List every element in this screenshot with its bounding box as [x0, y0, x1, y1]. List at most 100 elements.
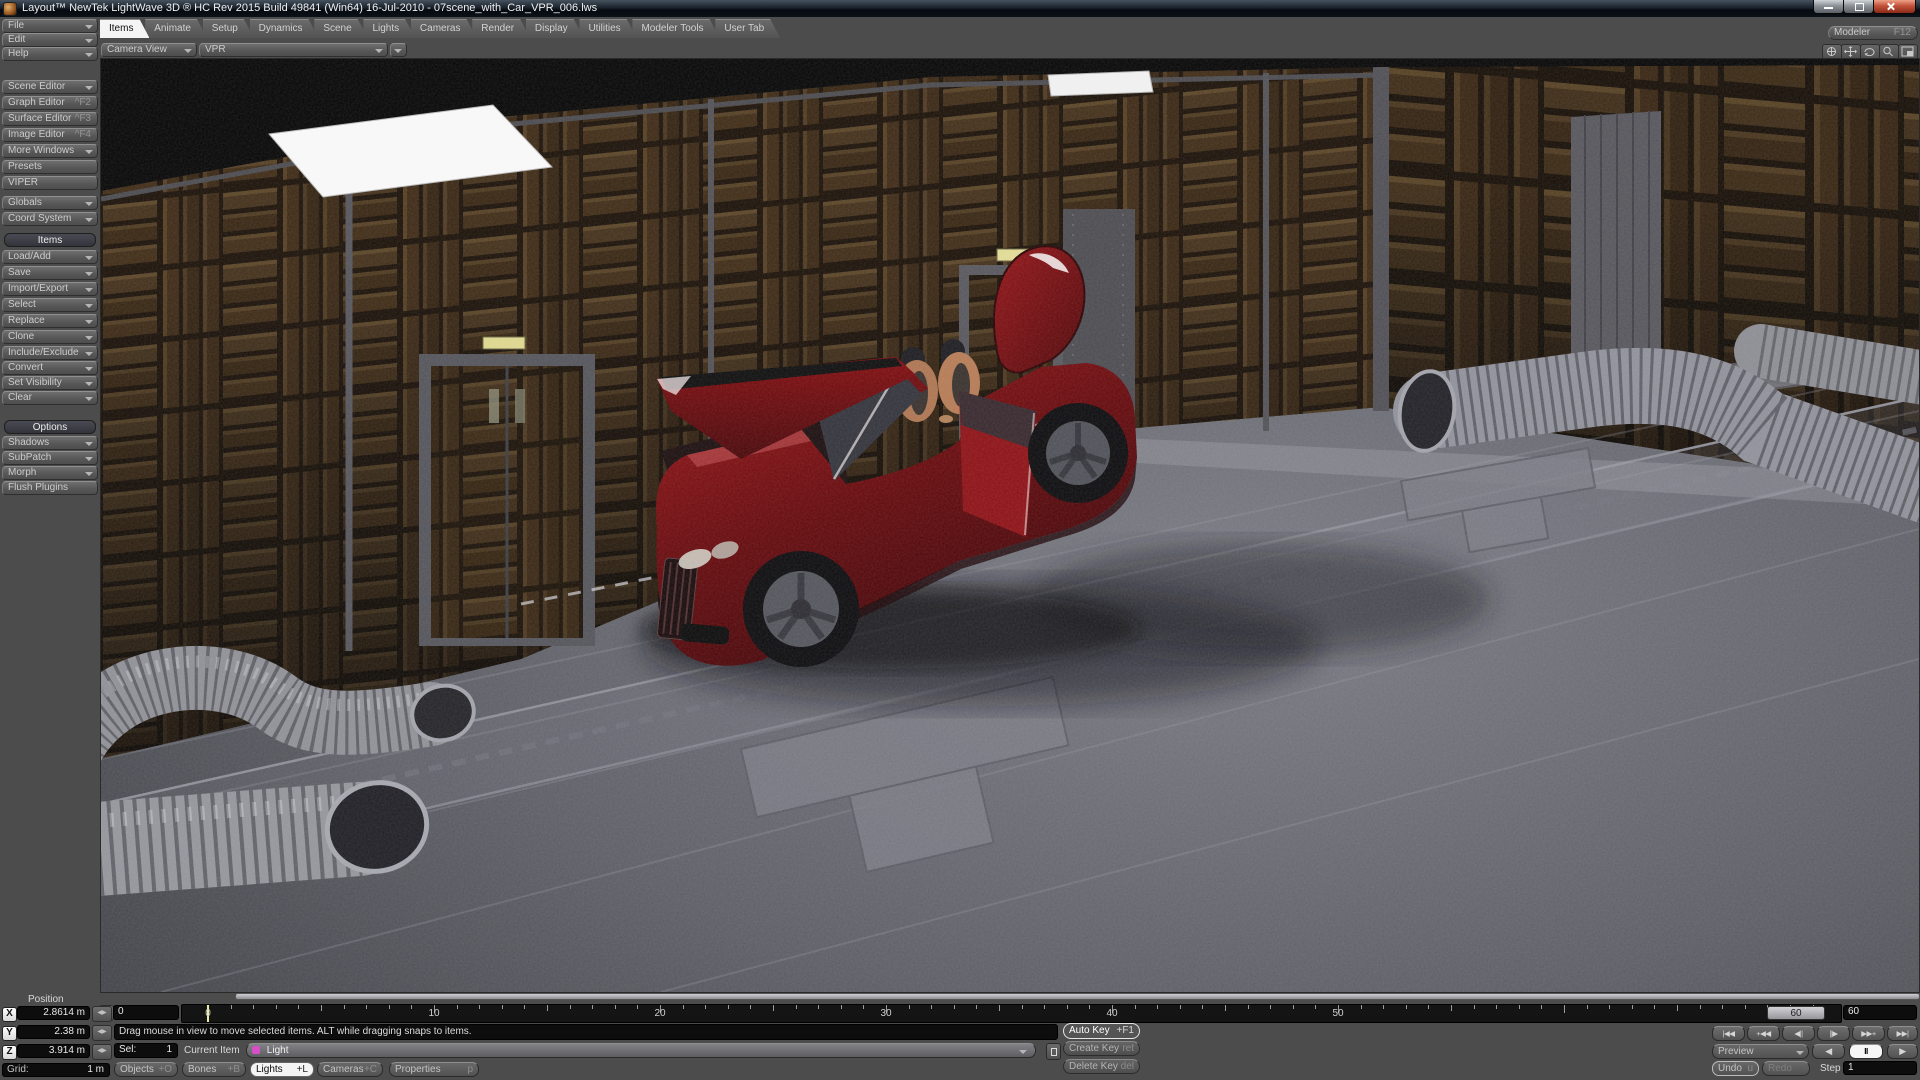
file-menu-button[interactable]: File: [2, 19, 98, 33]
import-export-button[interactable]: Import/Export: [2, 282, 98, 296]
tab-utilities[interactable]: Utilities: [579, 19, 636, 38]
load-add-button[interactable]: Load/Add: [2, 250, 98, 264]
minimize-button[interactable]: [1813, 0, 1844, 14]
timeline-tick: [1451, 1005, 1452, 1011]
play-forward-button[interactable]: ▶: [1887, 1044, 1918, 1059]
coord-system-button[interactable]: Coord System: [2, 212, 98, 226]
timeline-tick: [863, 1005, 864, 1009]
tab-animate[interactable]: Animate: [145, 19, 207, 38]
timeline-ruler[interactable]: 0 10 20 30 40 50 60: [181, 1004, 1842, 1023]
select-button[interactable]: Select: [2, 298, 98, 312]
presets-button[interactable]: Presets: [2, 160, 98, 174]
tab-items[interactable]: Items: [100, 19, 149, 38]
replace-button[interactable]: Replace: [2, 314, 98, 328]
viewport-options-button[interactable]: [390, 43, 407, 57]
chevron-down-icon: [85, 53, 93, 57]
z-position-field[interactable]: 3.914 m: [17, 1044, 90, 1058]
y-position-field[interactable]: 2.38 m: [17, 1025, 90, 1039]
objects-mode-button[interactable]: Objects+O: [114, 1062, 178, 1077]
timeline-range-handle[interactable]: 60: [1767, 1006, 1825, 1020]
grid-size-field[interactable]: Grid: 1 m: [2, 1063, 110, 1077]
tick-label: 10: [428, 1008, 439, 1019]
x-position-field[interactable]: 2.8614 m: [17, 1006, 90, 1020]
timeline-tick: [1428, 1005, 1429, 1009]
tab-render[interactable]: Render: [472, 19, 530, 38]
lights-mode-button[interactable]: Lights+L: [250, 1062, 314, 1077]
surface-editor-button[interactable]: Surface Editor^F3: [2, 112, 98, 126]
timeline-tick: [615, 1005, 616, 1009]
flush-plugins-button[interactable]: Flush Plugins: [2, 481, 98, 495]
clear-button[interactable]: Clear: [2, 391, 98, 405]
chevron-down-icon: [85, 472, 93, 476]
create-key-button[interactable]: Create Key ret: [1063, 1041, 1140, 1056]
pause-button[interactable]: II: [1849, 1044, 1883, 1059]
modeler-button[interactable]: Modeler F12: [1828, 26, 1918, 40]
tab-dynamics[interactable]: Dynamics: [250, 19, 319, 38]
tab-lights[interactable]: Lights: [363, 19, 415, 38]
subpatch-button[interactable]: SubPatch: [2, 451, 98, 465]
tab-display[interactable]: Display: [526, 19, 584, 38]
prev-keyframe-button[interactable]: +◀◀: [1747, 1026, 1780, 1041]
viewport-3d[interactable]: [100, 58, 1920, 993]
scene-editor-button[interactable]: Scene Editor: [2, 80, 98, 94]
tab-cameras[interactable]: Cameras: [411, 19, 477, 38]
y-spinner[interactable]: ◀▶: [92, 1025, 112, 1041]
morph-button[interactable]: Morph: [2, 466, 98, 480]
preview-dropdown[interactable]: Preview: [1712, 1044, 1809, 1059]
prev-frame-button[interactable]: ◀||: [1782, 1026, 1815, 1041]
tab-setup[interactable]: Setup: [203, 19, 254, 38]
undo-button[interactable]: Undou: [1712, 1061, 1759, 1076]
play-reverse-button[interactable]: ◀: [1812, 1044, 1845, 1059]
auto-key-button[interactable]: Auto Key +F1: [1063, 1023, 1140, 1039]
redo-button[interactable]: Redo: [1762, 1061, 1810, 1076]
z-spinner[interactable]: ◀▶: [92, 1044, 112, 1060]
restore-button[interactable]: [1843, 0, 1874, 14]
image-editor-button[interactable]: Image Editor^F4: [2, 128, 98, 142]
timeline-tick: [683, 1005, 684, 1009]
viewport-horizontal-scrollbar[interactable]: [235, 993, 1920, 1000]
tab-modeler-tools[interactable]: Modeler Tools: [632, 19, 719, 38]
help-menu-button[interactable]: Help: [2, 47, 98, 61]
timeline-tick: [931, 1005, 932, 1009]
shadows-button[interactable]: Shadows: [2, 436, 98, 450]
go-last-frame-button[interactable]: ▶▶|: [1887, 1026, 1918, 1041]
timeline-tick: [1202, 1005, 1203, 1009]
cameras-mode-button[interactable]: Cameras+C: [317, 1062, 383, 1077]
convert-button[interactable]: Convert: [2, 361, 98, 375]
viewport-render-mode-select[interactable]: VPR: [199, 43, 388, 57]
graph-editor-button[interactable]: Graph Editor^F2: [2, 96, 98, 110]
next-frame-button[interactable]: ||▶: [1817, 1026, 1850, 1041]
bones-mode-button[interactable]: Bones+B: [182, 1062, 246, 1077]
chevron-down-icon: [85, 442, 93, 446]
tab-scene[interactable]: Scene: [314, 19, 367, 38]
edit-menu-button[interactable]: Edit: [2, 33, 98, 47]
include-exclude-button[interactable]: Include/Exclude: [2, 346, 98, 360]
current-frame-field[interactable]: 0: [113, 1005, 179, 1020]
timeline-tick: [773, 1005, 774, 1011]
x-spinner[interactable]: ◀▶: [92, 1006, 112, 1022]
set-visibility-button[interactable]: Set Visibility: [2, 376, 98, 390]
current-item-dropdown[interactable]: Light: [246, 1043, 1036, 1058]
timeline-tick: [1270, 1005, 1271, 1009]
y-axis-button[interactable]: Y: [2, 1026, 17, 1041]
step-field[interactable]: 1: [1843, 1061, 1917, 1075]
tab-user-tab[interactable]: User Tab: [715, 19, 780, 38]
properties-button[interactable]: Propertiesp: [389, 1062, 479, 1077]
globals-button[interactable]: Globals: [2, 196, 98, 210]
close-button[interactable]: [1873, 0, 1916, 14]
timeline-tick: [1315, 1005, 1316, 1009]
item-lock-button[interactable]: [1046, 1043, 1061, 1060]
viewport-view-select[interactable]: Camera View: [101, 43, 197, 57]
x-axis-button[interactable]: X: [2, 1007, 17, 1022]
next-keyframe-button[interactable]: ▶▶+: [1852, 1026, 1885, 1041]
go-first-frame-button[interactable]: |◀◀: [1712, 1026, 1745, 1041]
clone-button[interactable]: Clone: [2, 330, 98, 344]
z-axis-button[interactable]: Z: [2, 1045, 17, 1060]
more-windows-button[interactable]: More Windows: [2, 144, 98, 158]
save-button[interactable]: Save: [2, 266, 98, 280]
chevron-down-icon: [85, 352, 93, 356]
delete-key-button[interactable]: Delete Key del: [1063, 1059, 1140, 1074]
chevron-down-icon: [85, 367, 93, 371]
viper-button[interactable]: VIPER: [2, 176, 98, 190]
last-frame-field[interactable]: 60: [1843, 1005, 1917, 1020]
